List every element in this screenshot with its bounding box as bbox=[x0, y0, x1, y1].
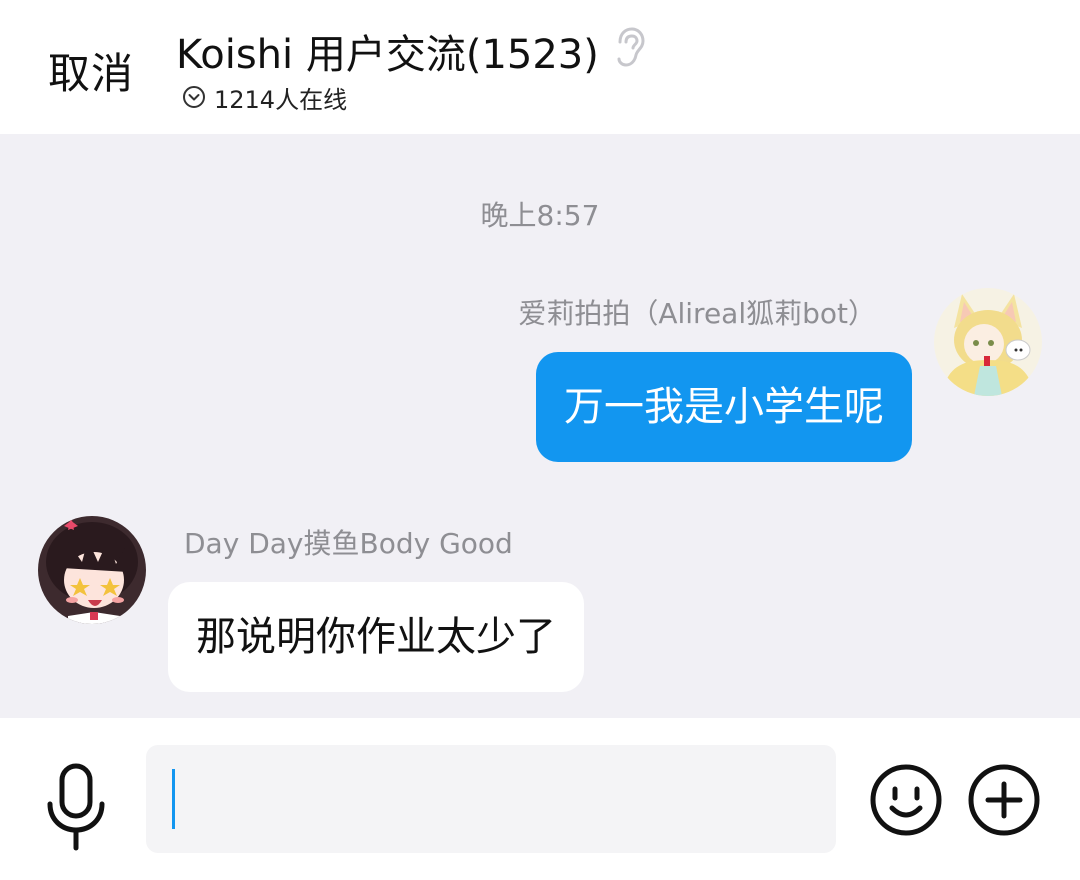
online-count: 1214人在线 bbox=[214, 85, 348, 114]
input-bar bbox=[0, 718, 1080, 880]
avatar[interactable] bbox=[38, 516, 146, 624]
message-timestamp: 晚上8:57 bbox=[480, 199, 600, 232]
message-bubble-incoming[interactable]: 那说明你作业太少了 bbox=[168, 582, 584, 692]
message-list[interactable]: 晚上8:57 爱莉拍拍（Alireal狐莉bot） 万一我是小学生呢 Day D… bbox=[0, 134, 1080, 718]
plus-icon[interactable] bbox=[966, 762, 1042, 838]
ear-icon[interactable] bbox=[612, 26, 646, 68]
message-input[interactable] bbox=[146, 745, 836, 853]
chevron-down-circle-icon bbox=[183, 86, 205, 108]
online-status[interactable]: 1214人在线 bbox=[182, 82, 348, 114]
microphone-icon[interactable] bbox=[44, 762, 108, 854]
emoji-icon[interactable] bbox=[868, 762, 944, 838]
sender-name: Day Day摸鱼Body Good bbox=[184, 527, 513, 560]
text-caret bbox=[172, 769, 175, 829]
sender-name: 爱莉拍拍（Alireal狐莉bot） bbox=[518, 297, 876, 330]
message-bubble-outgoing[interactable]: 万一我是小学生呢 bbox=[536, 352, 912, 462]
group-title[interactable]: Koishi 用户交流(1523) bbox=[176, 22, 599, 80]
avatar[interactable] bbox=[934, 288, 1042, 396]
cancel-button[interactable]: 取消 bbox=[48, 40, 134, 101]
chat-header: 取消 Koishi 用户交流(1523) 1214人在线 bbox=[0, 0, 1080, 134]
